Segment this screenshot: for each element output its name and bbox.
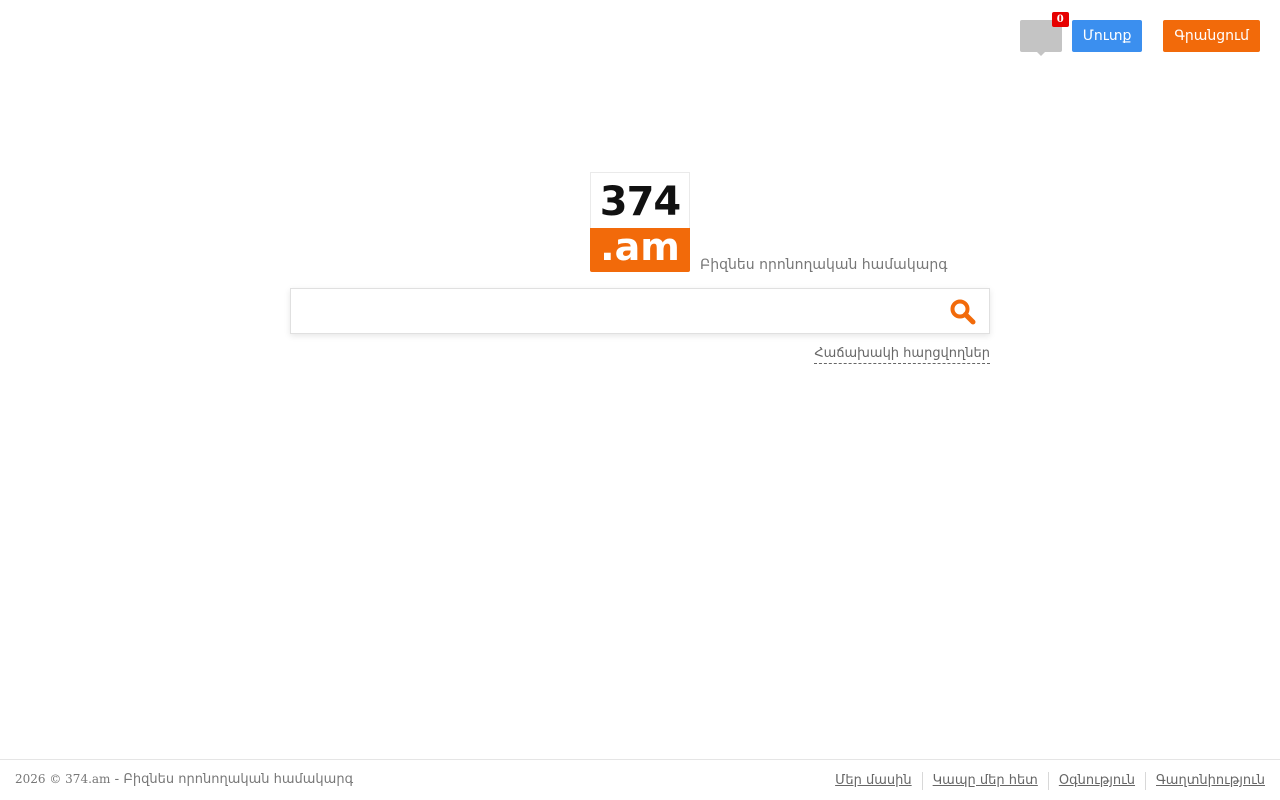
footer: 2026 © 374.am - Բիզնես որոնողական համակա…	[0, 759, 1280, 800]
footer-link-about[interactable]: Մեր մասին	[825, 772, 922, 790]
search-input[interactable]	[291, 289, 931, 333]
copyright-text: 2026 © 374.am	[15, 772, 111, 786]
footer-link-help[interactable]: Օգնություն	[1047, 772, 1145, 790]
messages-count-badge: 0	[1051, 12, 1069, 27]
search-icon	[950, 299, 976, 325]
footer-link-contact[interactable]: Կապը մեր հետ	[921, 772, 1048, 790]
site-logo[interactable]: 374 .am	[590, 172, 690, 272]
copyright-separator: -	[110, 772, 124, 787]
footer-copyright: 2026 © 374.am - Բիզնես որոնողական համակա…	[15, 772, 353, 787]
header: 0 Մուտք Գրանցում	[1019, 12, 1260, 56]
faq-link[interactable]: Հաճախակի հարցվողներ	[814, 346, 990, 364]
logo-number: 374	[590, 172, 690, 228]
register-button[interactable]: Գրանցում	[1163, 20, 1260, 52]
footer-nav: Մեր մասին Կապը մեր հետ Օգնություն Գաղտնի…	[825, 772, 1265, 790]
site-tagline: Բիզնես որոնողական համակարգ	[700, 257, 948, 273]
logo-domain: .am	[590, 228, 690, 272]
page: 0 Մուտք Գրանցում 374 .am Բիզնես որոնողակ…	[0, 0, 1280, 800]
search-button[interactable]	[949, 298, 977, 326]
footer-tagline: Բիզնես որոնողական համակարգ	[123, 772, 354, 787]
login-button[interactable]: Մուտք	[1071, 20, 1143, 52]
messages-button[interactable]: 0	[1019, 12, 1069, 56]
search-box	[290, 288, 990, 334]
footer-link-privacy[interactable]: Գաղտնիություն	[1145, 772, 1265, 790]
